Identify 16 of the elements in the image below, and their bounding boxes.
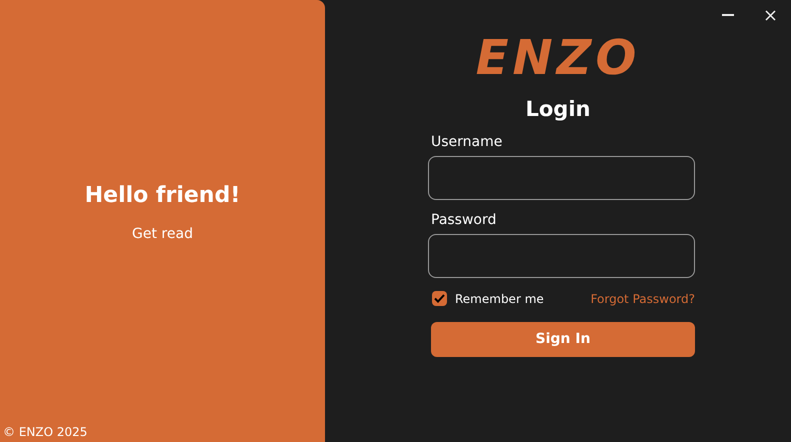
welcome-heading: Hello friend! <box>84 182 240 210</box>
sign-in-button[interactable]: Sign In <box>431 322 695 356</box>
copyright-text: © ENZO 2025 <box>2 424 88 441</box>
close-icon <box>764 10 776 20</box>
field-label: Password <box>430 210 498 230</box>
forgot-password-link[interactable]: Forgot Password? <box>590 290 695 308</box>
field-label: Username <box>430 132 504 152</box>
remember-checkbox[interactable] <box>432 291 447 306</box>
login-title: Login <box>526 96 590 123</box>
logo: ENZO <box>476 30 640 86</box>
welcome-subtitle: Get read <box>132 224 193 244</box>
input-field[interactable] <box>428 234 695 278</box>
remember-label: Remember me <box>455 290 544 308</box>
check-icon <box>434 294 445 303</box>
minimize-icon <box>722 14 734 16</box>
input-field[interactable] <box>428 156 695 200</box>
